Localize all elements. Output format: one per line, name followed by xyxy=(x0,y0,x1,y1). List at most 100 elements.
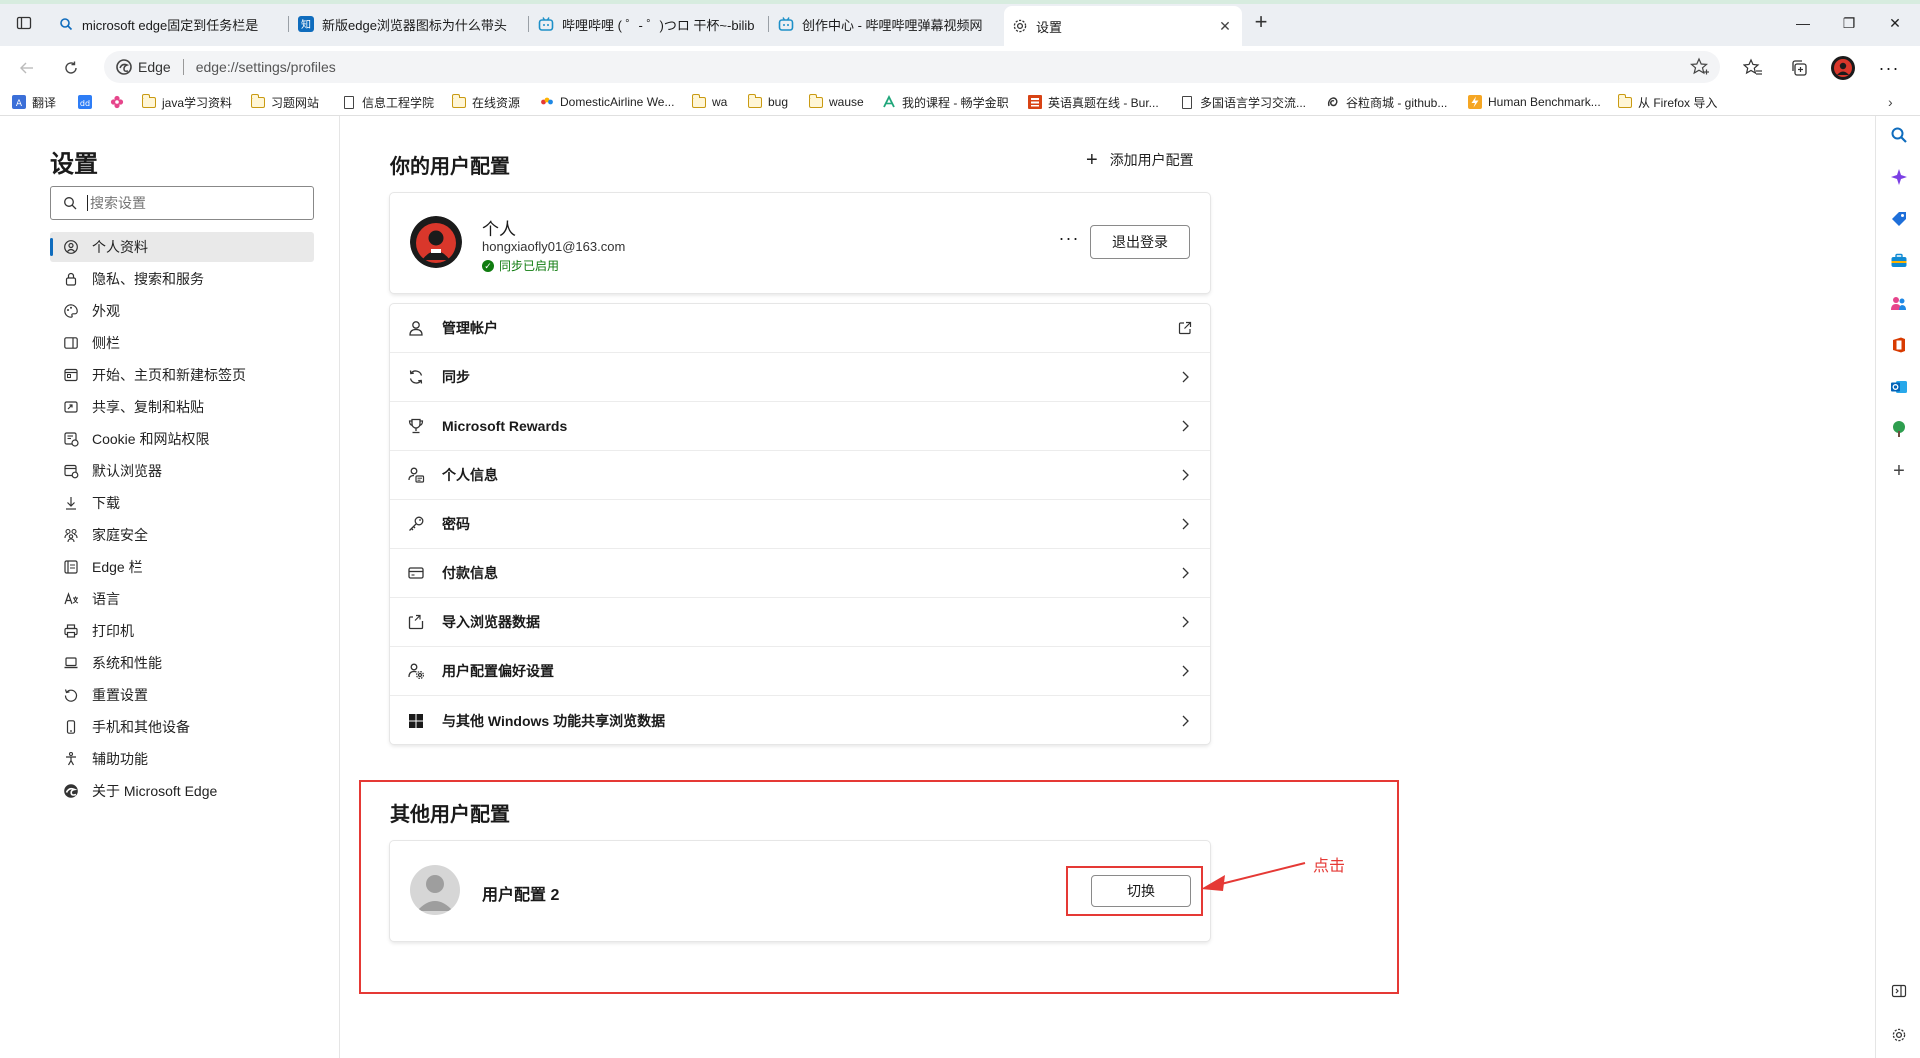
nav-label: 手机和其他设备 xyxy=(92,719,190,735)
nav-share-copy[interactable]: 共享、复制和粘贴 xyxy=(50,392,314,422)
menu-passwords[interactable]: 密码 xyxy=(390,500,1210,549)
tab-settings[interactable]: 设置 ✕ xyxy=(1004,6,1242,46)
add-favorite-icon[interactable] xyxy=(1689,57,1710,77)
sidebar-settings-button[interactable] xyxy=(1888,1024,1910,1046)
favorite-label: 英语真题在线 - Bur... xyxy=(1048,95,1159,110)
profile-icon xyxy=(62,238,80,256)
favorite-item[interactable]: Human Benchmark... xyxy=(1468,93,1601,111)
refresh-button[interactable] xyxy=(56,53,86,83)
favorite-item[interactable]: 习题网站 xyxy=(250,93,319,111)
collections-button[interactable] xyxy=(1786,55,1812,81)
folder-icon xyxy=(1617,93,1632,109)
nav-privacy[interactable]: 隐私、搜索和服务 xyxy=(50,264,314,294)
nav-accessibility[interactable]: 辅助功能 xyxy=(50,744,314,774)
close-window-button[interactable]: ✕ xyxy=(1872,10,1918,36)
menu-label: 与其他 Windows 功能共享浏览数据 xyxy=(442,712,666,729)
favorite-item[interactable]: dd xyxy=(78,93,98,111)
profile-button[interactable] xyxy=(1830,55,1856,81)
tab-4[interactable]: 创作中心 - 哔哩哔哩弹幕视频网 xyxy=(770,8,1006,40)
course-icon xyxy=(882,95,896,109)
tab-1[interactable]: microsoft edge固定到任务栏是 xyxy=(50,8,286,40)
favorites-bar: A 翻译 dd java学习资料 习题网站 信息工程学院 在线资源 Domesti… xyxy=(0,88,1920,116)
folder-icon xyxy=(250,93,265,109)
more-options-button[interactable]: ··· xyxy=(1054,229,1084,253)
site-info[interactable]: Edge xyxy=(104,59,171,75)
nav-reset-settings[interactable]: 重置设置 xyxy=(50,680,314,710)
nav-sidebar[interactable]: 侧栏 xyxy=(50,328,314,358)
search-input[interactable] xyxy=(87,195,287,211)
favorite-item[interactable]: 多国语言学习交流... xyxy=(1180,93,1306,111)
favorite-item[interactable]: java学习资料 xyxy=(141,93,232,111)
profile-name: 个人 xyxy=(482,220,516,239)
menu-share-windows[interactable]: 与其他 Windows 功能共享浏览数据 xyxy=(390,696,1210,745)
restore-button[interactable]: ❐ xyxy=(1826,10,1872,36)
sidebar-copilot-button[interactable] xyxy=(1888,166,1910,188)
favorite-item[interactable]: 从 Firefox 导入 xyxy=(1617,93,1717,111)
nav-default-browser[interactable]: 默认浏览器 xyxy=(50,456,314,486)
favorites-button[interactable] xyxy=(1740,55,1766,81)
menu-import-data[interactable]: 导入浏览器数据 xyxy=(390,598,1210,647)
close-tab-icon[interactable]: ✕ xyxy=(1216,18,1234,35)
favorite-item[interactable]: 英语真题在线 - Bur... xyxy=(1028,93,1159,111)
favorites-overflow-button[interactable]: › xyxy=(1888,93,1893,111)
nav-downloads[interactable]: 下载 xyxy=(50,488,314,518)
sidebar-office-button[interactable] xyxy=(1888,334,1910,356)
menu-payment-info[interactable]: 付款信息 xyxy=(390,549,1210,598)
sidebar-search-button[interactable] xyxy=(1888,124,1910,146)
nav-system-performance[interactable]: 系统和性能 xyxy=(50,648,314,678)
sidebar-shopping-button[interactable] xyxy=(1888,208,1910,230)
nav-profiles[interactable]: 个人资料 xyxy=(50,232,314,262)
favorite-item[interactable]: 我的课程 - 畅学金职 xyxy=(882,93,1009,111)
favorite-item[interactable]: 信息工程学院 xyxy=(342,93,434,111)
menu-label: 密码 xyxy=(442,516,470,532)
favorite-item[interactable]: DomesticAirline We... xyxy=(540,93,674,111)
nav-about-edge[interactable]: 关于 Microsoft Edge xyxy=(50,776,314,806)
settings-more-button[interactable]: ··· xyxy=(1876,55,1902,81)
url-text[interactable]: edge://settings/profiles xyxy=(196,59,336,75)
sidebar-games-button[interactable] xyxy=(1888,292,1910,314)
address-bar[interactable]: Edge edge://settings/profiles xyxy=(104,51,1720,83)
nav-printers[interactable]: 打印机 xyxy=(50,616,314,646)
nav-label: 侧栏 xyxy=(92,335,120,351)
favorite-item[interactable]: A 翻译 xyxy=(12,93,56,111)
favorite-item[interactable]: wa xyxy=(691,93,727,111)
nav-cookies[interactable]: Cookie 和网站权限 xyxy=(50,424,314,454)
sidebar-tree-button[interactable] xyxy=(1888,418,1910,440)
annotation-arrow-icon xyxy=(1201,862,1306,891)
svg-text:知: 知 xyxy=(301,18,311,31)
favorite-item[interactable]: bug xyxy=(747,93,789,111)
nav-phone-devices[interactable]: 手机和其他设备 xyxy=(50,712,314,742)
new-tab-button[interactable]: + xyxy=(1248,10,1274,36)
switch-profile-button[interactable]: 切换 xyxy=(1091,875,1191,907)
tab-3[interactable]: 哔哩哔哩 ( ゜- ゜)つロ 干杯~-bilib xyxy=(530,8,766,40)
favorite-label: bug xyxy=(768,95,789,109)
nav-family-safety[interactable]: 家庭安全 xyxy=(50,520,314,550)
toolbox-icon xyxy=(1891,253,1907,267)
chevron-right-icon xyxy=(1178,517,1192,531)
favorite-item[interactable]: 在线资源 xyxy=(451,93,521,111)
menu-personal-info[interactable]: 个人信息 xyxy=(390,451,1210,500)
favorite-item[interactable]: wause xyxy=(808,93,864,111)
settings-search-box[interactable] xyxy=(50,186,314,220)
sidebar-layout-button[interactable] xyxy=(1888,980,1910,1002)
minimize-button[interactable]: — xyxy=(1780,10,1826,36)
favorite-item[interactable]: 谷粒商城 - github... xyxy=(1326,93,1447,111)
nav-start-home[interactable]: 开始、主页和新建标签页 xyxy=(50,360,314,390)
add-profile-button[interactable]: + 添加用户配置 xyxy=(1086,150,1194,170)
sidebar-outlook-button[interactable] xyxy=(1888,376,1910,398)
sidebar-tools-button[interactable] xyxy=(1888,250,1910,272)
nav-edge-bar[interactable]: Edge 栏 xyxy=(50,552,314,582)
sidebar-add-button[interactable]: + xyxy=(1888,460,1910,482)
nav-languages[interactable]: 语言 xyxy=(50,584,314,614)
back-button[interactable] xyxy=(12,53,42,83)
menu-manage-account[interactable]: 管理帐户 xyxy=(390,304,1210,353)
menu-profile-preferences[interactable]: 用户配置偏好设置 xyxy=(390,647,1210,696)
nav-appearance[interactable]: 外观 xyxy=(50,296,314,326)
favorite-label: 在线资源 xyxy=(472,95,521,110)
menu-microsoft-rewards[interactable]: Microsoft Rewards xyxy=(390,402,1210,451)
tab-actions-button[interactable] xyxy=(10,11,38,35)
tab-2[interactable]: 知 新版edge浏览器图标为什么带头 xyxy=(290,8,526,40)
sign-out-button[interactable]: 退出登录 xyxy=(1090,225,1190,259)
menu-sync[interactable]: 同步 xyxy=(390,353,1210,402)
favorite-item[interactable] xyxy=(110,93,130,111)
